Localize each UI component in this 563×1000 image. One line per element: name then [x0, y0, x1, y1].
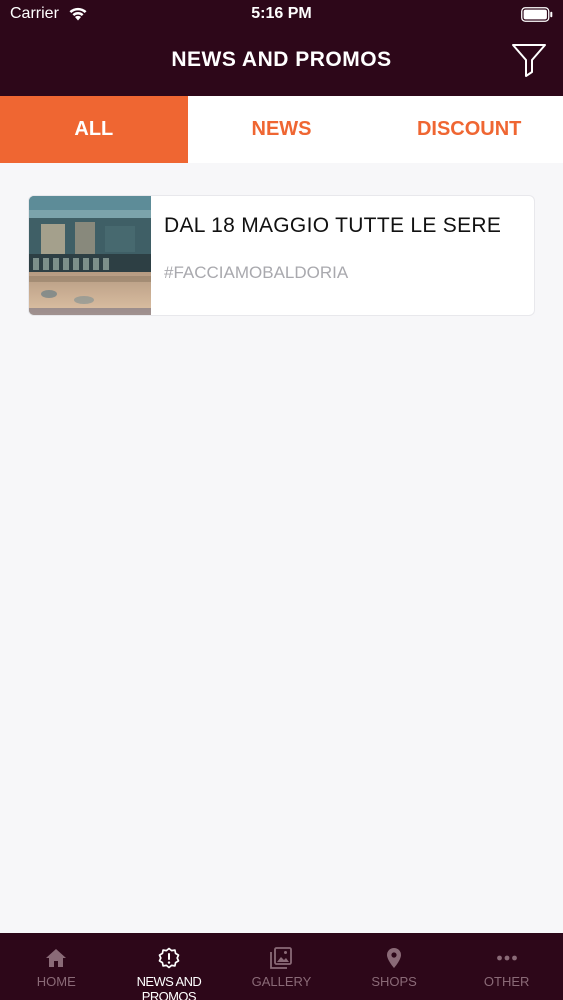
- status-bar: Carrier 5:16 PM: [0, 0, 563, 30]
- tab-discount[interactable]: DISCOUNT: [375, 96, 563, 163]
- battery-icon: [521, 7, 553, 22]
- tabbar-other-label: OTHER: [483, 974, 530, 989]
- navigation-bar: NEWS AND PROMOS: [0, 30, 563, 96]
- more-icon: [496, 955, 517, 961]
- news-title: DAL 18 MAGGIO TUTTE LE SERE: [164, 214, 502, 237]
- category-tabs: ALL NEWS DISCOUNT: [0, 96, 563, 163]
- gallery-icon: [270, 947, 293, 969]
- news-subtitle: #FACCIAMOBALDORIA: [164, 263, 349, 282]
- tabbar-shops-label: SHOPS: [371, 974, 417, 989]
- tabbar-home[interactable]: HOME: [0, 933, 113, 1000]
- news-icon: [158, 947, 180, 969]
- page-title: NEWS AND PROMOS: [171, 48, 392, 71]
- tabbar-news-label: NEWS AND PROMOS: [136, 974, 202, 1000]
- news-list: DAL 18 MAGGIO TUTTE LE SERE #FACCIAMOBAL…: [0, 163, 563, 933]
- tabbar-gallery-label: GALLERY: [251, 974, 312, 989]
- bottom-tab-bar: HOME NEWS AND PROMOS GALLERY SHOPS OTHER: [0, 933, 563, 1000]
- tab-all[interactable]: ALL: [0, 96, 188, 163]
- tabbar-news[interactable]: NEWS AND PROMOS: [113, 933, 226, 1000]
- tabbar-gallery[interactable]: GALLERY: [225, 933, 338, 1000]
- tabbar-shops[interactable]: SHOPS: [338, 933, 451, 1000]
- clock: 5:16 PM: [251, 5, 312, 22]
- news-thumbnail: [29, 196, 151, 315]
- filter-icon[interactable]: [511, 42, 547, 78]
- tabbar-home-label: HOME: [36, 974, 76, 989]
- tabbar-other[interactable]: OTHER: [450, 933, 563, 1000]
- tab-news[interactable]: NEWS: [188, 96, 376, 163]
- home-icon: [46, 949, 67, 967]
- map-pin-icon: [387, 948, 402, 968]
- news-card[interactable]: DAL 18 MAGGIO TUTTE LE SERE #FACCIAMOBAL…: [28, 195, 535, 316]
